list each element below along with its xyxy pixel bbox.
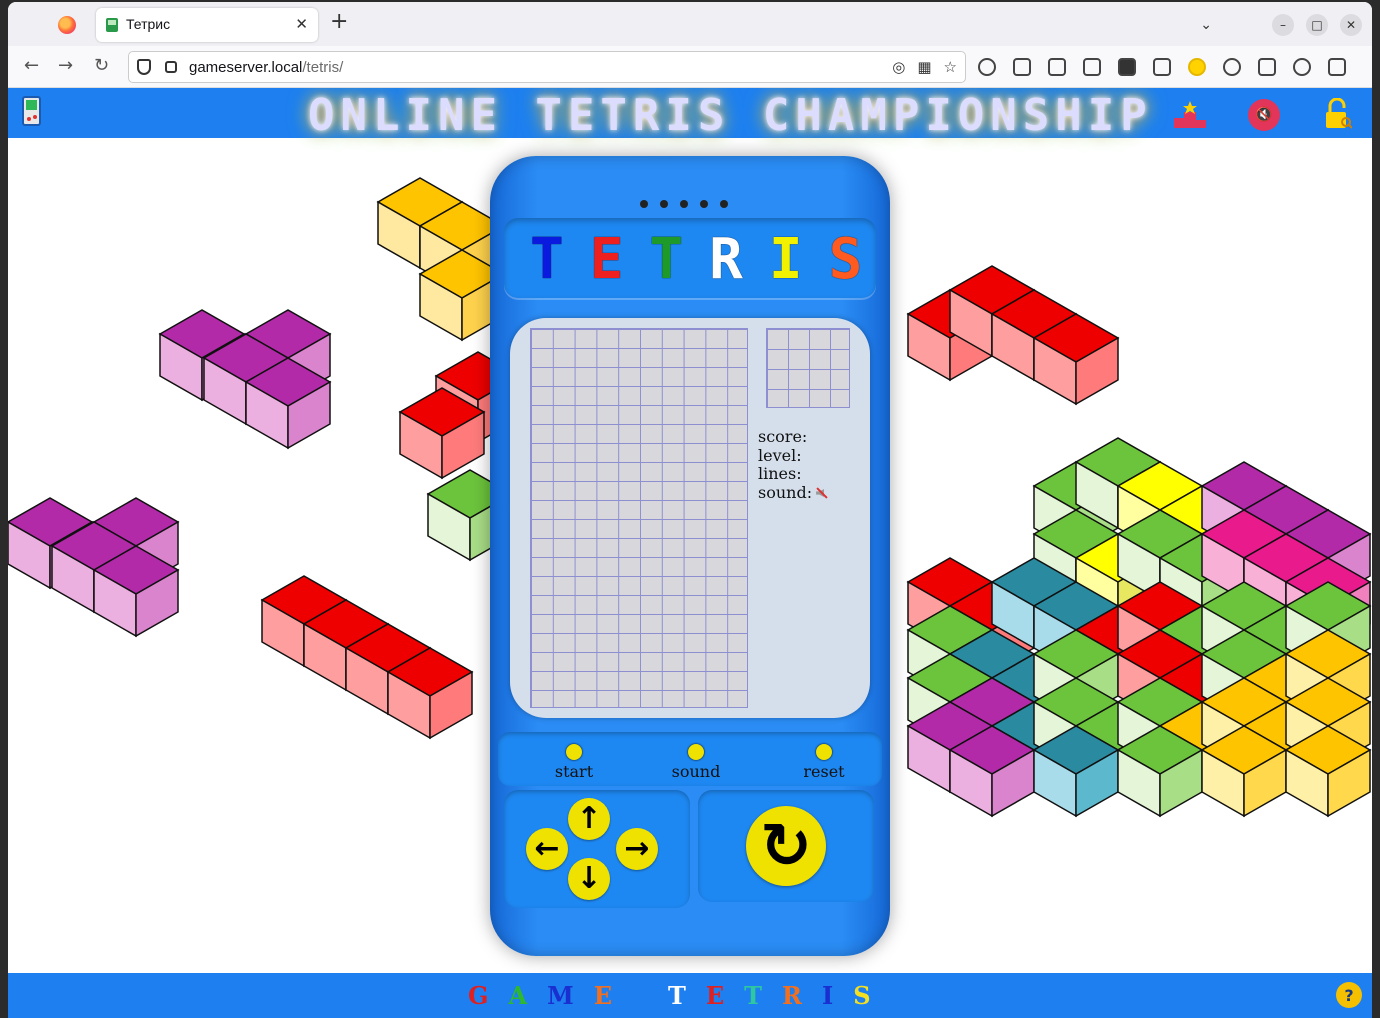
tab-title: Тетрис (126, 16, 171, 32)
close-window-icon[interactable]: ✕ (1340, 14, 1362, 36)
logo-letter: I (768, 227, 803, 292)
sound-muted-icon[interactable]: 🔇 (1248, 99, 1280, 131)
logo-letter: T (530, 227, 564, 292)
new-tab-button[interactable]: + (330, 11, 348, 33)
logo-letter: S (828, 227, 863, 292)
firefox-icon[interactable] (58, 16, 76, 34)
game-board[interactable] (530, 328, 748, 708)
arrow-down-button[interactable]: ↓ (568, 858, 610, 900)
lock-key-icon[interactable] (1322, 98, 1352, 130)
forward-icon[interactable]: → (58, 56, 73, 76)
tab-list-chevron-icon[interactable]: ⌄ (1200, 17, 1212, 33)
downloads-icon[interactable] (1083, 58, 1101, 76)
extensions-grid-icon[interactable] (1118, 58, 1136, 76)
react-devtools-icon[interactable] (1258, 58, 1276, 76)
extension-icon[interactable]: ◎ (892, 58, 905, 76)
site-footer: GAMETETRIS ? (8, 973, 1372, 1018)
logo-letter: R (709, 227, 743, 292)
mask-extension-icon[interactable] (1223, 58, 1241, 76)
browser-window: Тетрис ✕ + ⌄ – □ ✕ ← → ↻ gameserver.loca… (8, 2, 1372, 1018)
page: ONLINE TETRIS CHAMPIONSHIP 🔇 TETRIS scor… (8, 88, 1372, 1018)
site-header: ONLINE TETRIS CHAMPIONSHIP 🔇 (8, 88, 1372, 141)
help-icon[interactable]: ? (1336, 982, 1362, 1008)
url-text[interactable]: gameserver.local/tetris/ (189, 59, 343, 76)
footer-letter: T (744, 981, 767, 1010)
tab-close-icon[interactable]: ✕ (295, 15, 308, 33)
menu-icon[interactable] (1328, 58, 1346, 76)
tab-bar: Тетрис ✕ + ⌄ – □ ✕ (8, 2, 1372, 46)
tetris-logo-panel: TETRIS (504, 218, 876, 298)
start-button[interactable]: start (544, 744, 604, 781)
reader-icon[interactable] (1048, 58, 1066, 76)
url-bar[interactable]: gameserver.local/tetris/ ◎ ▦ ☆ (128, 51, 966, 83)
more-tools-chevron-icon[interactable] (1293, 58, 1311, 76)
site-title: ONLINE TETRIS CHAMPIONSHIP (308, 90, 1153, 141)
emoji-extension-icon[interactable] (1188, 58, 1206, 76)
maximize-icon[interactable]: □ (1306, 14, 1328, 36)
back-icon[interactable]: ← (24, 56, 39, 76)
lines-label: lines: (758, 464, 802, 483)
logo-letter: E (589, 227, 624, 292)
rotate-panel: ↻ (698, 790, 874, 902)
footer-letter: T (668, 981, 690, 1010)
footer-letter: G (468, 981, 493, 1010)
sound-button[interactable]: sound (666, 744, 726, 781)
sidebar-icon[interactable] (1153, 58, 1171, 76)
sound-led-icon[interactable] (688, 744, 704, 760)
control-buttons-row: start sound reset (498, 732, 882, 786)
nav-bar: ← → ↻ gameserver.local/tetris/ ◎ ▦ ☆ (8, 46, 1372, 88)
gameboy-favicon-icon (106, 18, 118, 32)
arrow-right-button[interactable]: → (616, 828, 658, 870)
tetris-device: TETRIS score: level: lines: sound: start… (490, 156, 890, 956)
footer-letter: I (821, 981, 838, 1010)
tab-tetris[interactable]: Тетрис ✕ (96, 8, 318, 42)
qr-code-icon[interactable]: ▦ (917, 58, 931, 76)
reset-led-icon[interactable] (816, 744, 832, 760)
score-label: score: (758, 427, 808, 446)
sound-off-icon (816, 487, 828, 499)
pocket-icon[interactable] (978, 58, 996, 76)
sound-label: sound: (758, 482, 813, 502)
gameboy-icon[interactable] (22, 96, 41, 126)
level-label: level: (758, 445, 802, 465)
reload-icon[interactable]: ↻ (94, 56, 109, 76)
reset-button[interactable]: reset (794, 744, 854, 781)
stats-panel: score: level: lines: sound: (758, 427, 828, 503)
direction-pad: ↑ ← → ↓ (504, 790, 690, 908)
logo-letter: T (649, 227, 684, 292)
rotate-button[interactable]: ↻ (746, 806, 826, 886)
site-info-icon[interactable] (165, 61, 177, 73)
minimize-icon[interactable]: – (1272, 14, 1294, 36)
footer-letter: E (705, 981, 729, 1010)
sound-status: sound: (758, 482, 828, 503)
screenshot-icon[interactable] (1013, 58, 1031, 76)
speaker-dots (640, 200, 728, 208)
arrow-left-button[interactable]: ← (526, 828, 568, 870)
bookmark-star-icon[interactable]: ☆ (944, 58, 957, 76)
arrow-up-button[interactable]: ↑ (568, 798, 610, 840)
footer-letter: R (782, 981, 806, 1010)
tetris-logo: TETRIS (530, 232, 862, 288)
footer-letter: E (593, 981, 616, 1010)
footer-game-tetris: GAMETETRIS (468, 981, 875, 1010)
footer-letter: M (547, 981, 578, 1010)
game-screen: score: level: lines: sound: (510, 318, 870, 718)
podium-icon[interactable] (1174, 100, 1206, 128)
footer-letter: S (853, 981, 875, 1010)
next-piece-preview (766, 328, 850, 408)
start-led-icon[interactable] (566, 744, 582, 760)
tracking-shield-icon[interactable] (137, 59, 151, 75)
footer-letter: A (508, 981, 532, 1010)
